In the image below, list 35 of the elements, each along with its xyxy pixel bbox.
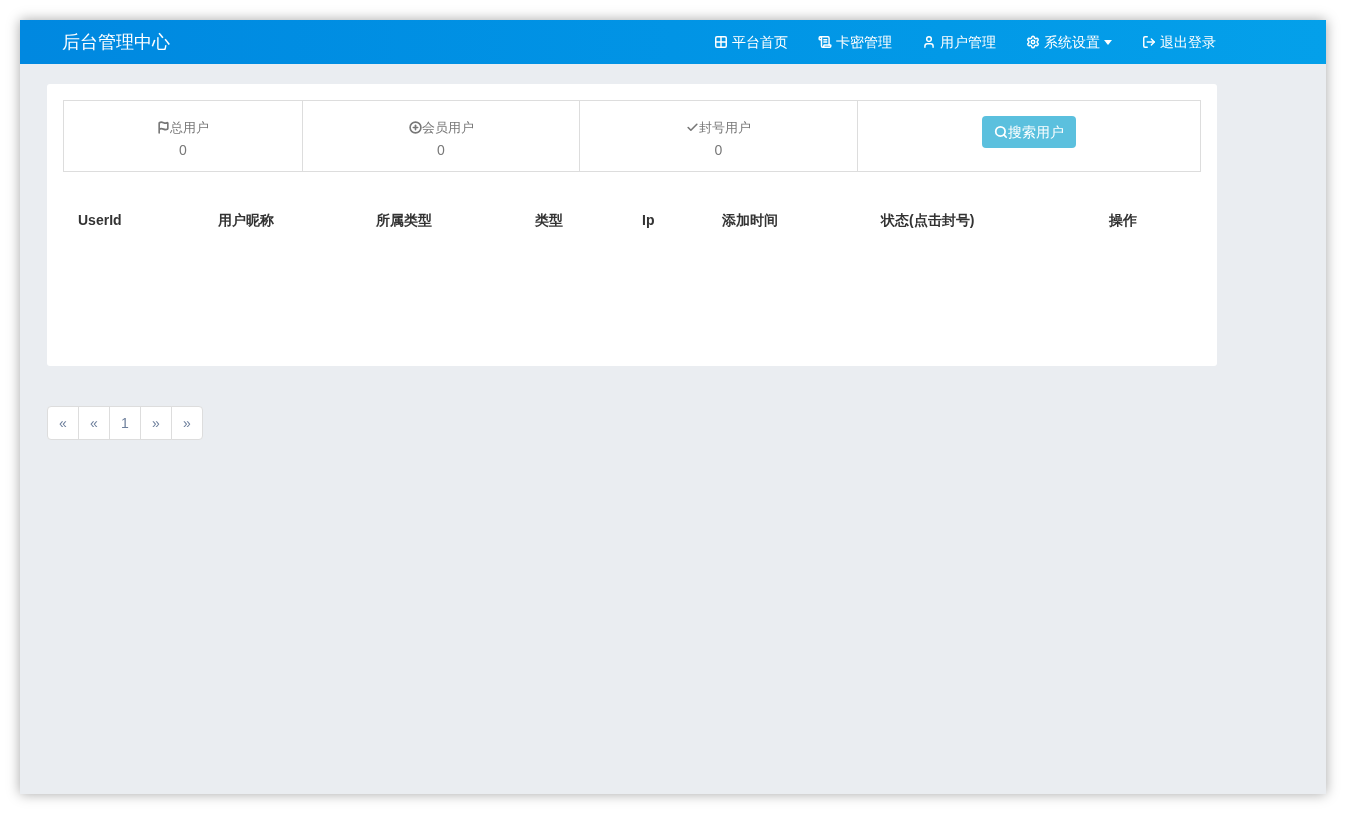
nav-link[interactable]: 系统设置 <box>1026 31 1112 53</box>
nav-link[interactable]: 卡密管理 <box>818 31 892 53</box>
column-header: 类型 <box>535 212 563 228</box>
column-header: 用户昵称 <box>218 212 274 228</box>
grid-icon <box>714 35 728 49</box>
column-header: UserId <box>78 212 122 228</box>
column-header: Ip <box>642 212 655 228</box>
search-button[interactable]: 搜索用户 <box>982 116 1076 148</box>
stat-value: 0 <box>714 140 723 160</box>
document-icon <box>818 35 832 49</box>
nav-link[interactable]: 平台首页 <box>714 31 788 53</box>
page-link[interactable]: « <box>47 406 79 440</box>
caret-icon <box>1104 39 1112 45</box>
logout-icon <box>1142 35 1156 49</box>
nav-link[interactable]: 退出登录 <box>1142 31 1216 53</box>
settings-icon <box>1026 35 1040 49</box>
column-header: 添加时间 <box>722 212 778 228</box>
nav-link[interactable]: 用户管理 <box>922 31 996 53</box>
stat-label: 会员用户 <box>421 119 474 137</box>
stat-label: 封号用户 <box>699 119 751 137</box>
search-icon <box>994 125 1008 139</box>
page-link[interactable]: 1 <box>109 406 141 440</box>
brand-title: 后台管理中心 <box>62 30 170 54</box>
page-link[interactable]: » <box>171 406 203 440</box>
column-header: 状态(点击封号) <box>881 212 975 228</box>
user-icon <box>922 35 936 49</box>
flag-icon <box>157 121 170 135</box>
column-header: 所属类型 <box>376 212 432 228</box>
column-header: 操作 <box>1109 212 1137 228</box>
page-link[interactable]: « <box>78 406 110 440</box>
stat-value: 0 <box>437 140 445 160</box>
stat-value: 0 <box>179 140 187 160</box>
page-link[interactable]: » <box>140 406 172 440</box>
stat-label: 总用户 <box>170 119 209 137</box>
plus-circle-icon <box>408 121 422 135</box>
